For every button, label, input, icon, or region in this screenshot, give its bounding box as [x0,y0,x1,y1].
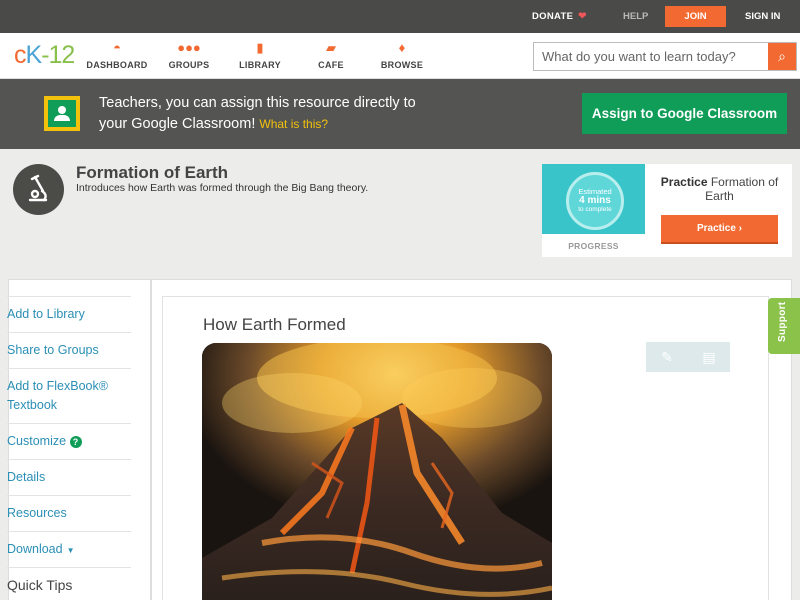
nav-dashboard-label: DASHBOARD [86,60,148,70]
dashboard-icon: ◓ [113,40,121,55]
assign-classroom-button[interactable]: Assign to Google Classroom [582,93,787,134]
logo-dash: - [41,41,49,69]
estimate-mins: 4 mins [579,195,611,206]
library-icon: ▮ [256,40,264,55]
logo-num: 12 [48,41,76,69]
practice-title-text: Formation of Earth [705,175,779,203]
cafe-icon: ▰ [326,40,336,55]
logo-c: c [14,41,26,69]
utility-bar: DONATE ❤ HELP JOIN SIGN IN [0,0,800,33]
support-label: Support [777,301,788,342]
practice-button-label: Practice [696,223,736,234]
donate-link[interactable]: DONATE ❤ [532,11,587,22]
concept-title: Formation of Earth [76,163,229,182]
nav-groups-label: GROUPS [168,60,210,70]
sidebar-item-share-to-groups[interactable]: Share to Groups [7,332,131,360]
sidebar-item-add-to-flexbook[interactable]: Add to FlexBook® Textbook [7,368,131,415]
sidebar-item-quick-tips[interactable]: Quick Tips [7,567,131,595]
search-input[interactable] [534,43,768,70]
sidebar-item-details[interactable]: Details [7,459,131,487]
browse-icon: ♦ [398,40,406,55]
content-title: How Earth Formed [203,315,346,334]
nav-browse[interactable]: ♦ BROWSE [367,40,437,70]
concept-description: Introduces how Earth was formed through … [76,182,369,194]
ck12-logo[interactable]: cK-12 [14,41,76,69]
nav-browse-label: BROWSE [380,60,424,70]
google-classroom-icon [44,96,80,131]
nav-library[interactable]: ▮ LIBRARY [225,40,295,70]
nav-library-label: LIBRARY [239,60,281,70]
nav-dashboard[interactable]: ◓ DASHBOARD [82,40,152,70]
notes-button[interactable]: ▤ [688,342,730,372]
sidebar-item-customize[interactable]: Customize ? [7,423,131,451]
chevron-right-icon: › [738,223,743,234]
practice-title: Practice Formation of Earth [650,175,789,203]
search-icon: ⌕ [778,48,786,64]
nav-groups[interactable]: ●●● GROUPS [154,40,224,70]
sidebar-item-resources[interactable]: Resources [7,495,131,523]
help-icon[interactable]: ? [69,436,82,448]
download-label: Download [7,542,63,556]
estimate-ring: Estimated 4 mins to complete [566,172,624,230]
sign-in-link[interactable]: SIGN IN [745,11,780,22]
customize-label: Customize [7,434,67,448]
classroom-message: Teachers, you can assign this resource d… [99,93,439,135]
volcano-image [202,343,552,600]
caret-down-icon: ▼ [66,546,75,555]
annotate-button[interactable]: ✎ [646,342,688,372]
sidebar-item-add-to-library[interactable]: Add to Library [7,296,131,324]
support-tab[interactable]: Support [768,298,800,354]
notes-icon: ▤ [702,349,716,365]
search-button[interactable]: ⌕ [768,43,796,70]
search-box: ⌕ [533,42,797,71]
main-nav: cK-12 ◓ DASHBOARD ●●● GROUPS ▮ LIBRARY ▰… [0,33,800,79]
progress-label: PROGRESS [568,241,619,251]
donate-label: DONATE [532,11,574,22]
help-link[interactable]: HELP [623,11,648,22]
nav-cafe[interactable]: ▰ CAFE [296,40,366,70]
logo-k: K [25,41,43,69]
practice-card: Estimated 4 mins to complete PROGRESS Pr… [542,164,792,257]
what-is-this-link[interactable]: What is this? [259,117,328,131]
classroom-text: Teachers, you can assign this resource d… [99,95,416,132]
join-button[interactable]: JOIN [665,6,726,27]
sidebar-item-download[interactable]: Download ▼ [7,531,131,560]
heart-icon: ❤ [578,11,587,22]
google-classroom-banner: Teachers, you can assign this resource d… [0,79,800,149]
practice-title-prefix: Practice [660,175,708,189]
nav-cafe-label: CAFE [318,60,344,70]
microscope-icon [13,164,64,215]
groups-icon: ●●● [177,40,201,55]
practice-progress-graphic: Estimated 4 mins to complete [542,164,645,234]
pencil-icon: ✎ [661,349,673,365]
practice-button[interactable]: Practice › [661,215,778,244]
estimate-complete: to complete [578,206,612,213]
content-toolbar: ✎ ▤ [646,342,730,372]
